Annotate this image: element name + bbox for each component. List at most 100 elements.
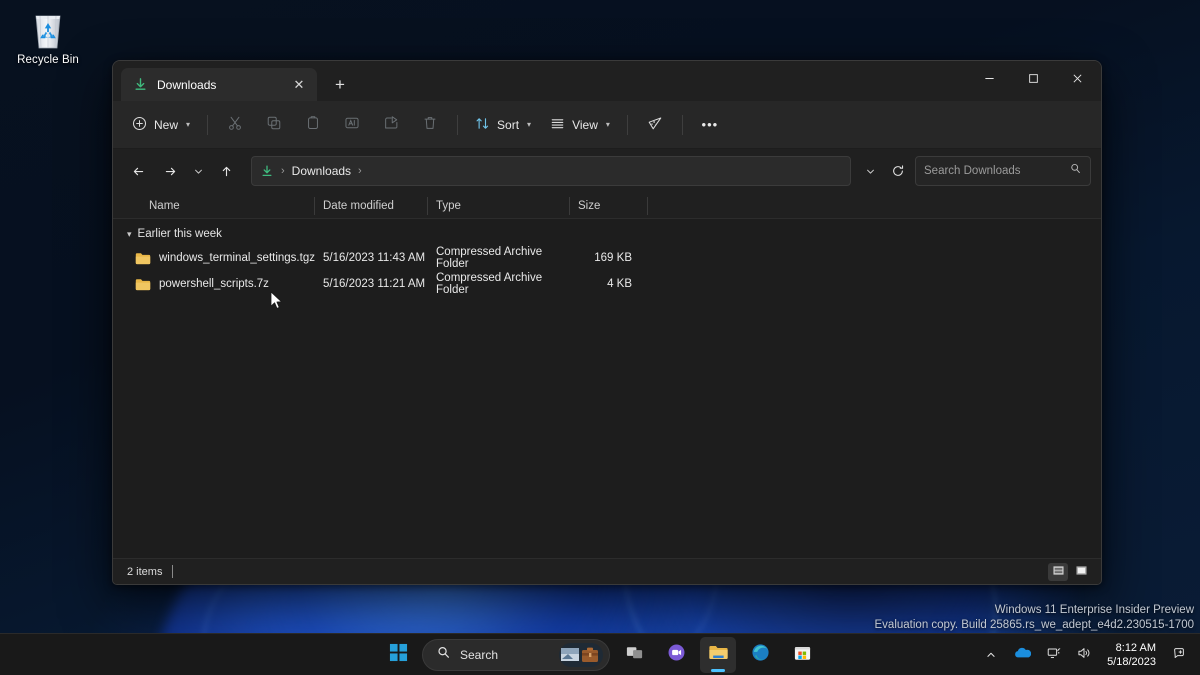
filter-button[interactable]	[636, 109, 674, 141]
column-header-date-modified[interactable]: Date modified	[315, 193, 428, 219]
new-tab-button[interactable]: +	[325, 69, 355, 99]
up-button[interactable]	[211, 156, 241, 186]
taskbar-search-label: Search	[460, 647, 499, 662]
notifications-button[interactable]	[1166, 640, 1192, 670]
file-name: windows_terminal_settings.tgz	[159, 252, 315, 264]
close-button[interactable]	[1055, 61, 1099, 95]
delete-button[interactable]	[411, 109, 449, 141]
plus-circle-icon	[132, 116, 147, 134]
task-view-button[interactable]	[616, 637, 652, 673]
rename-button[interactable]	[333, 109, 371, 141]
search-highlight-thumbnail	[559, 642, 603, 667]
maximize-button[interactable]	[1011, 61, 1055, 95]
rename-icon	[344, 115, 360, 134]
chat-icon	[667, 643, 686, 667]
toolbar-divider-3	[626, 114, 628, 135]
tab-downloads[interactable]: Downloads ✕	[121, 68, 317, 101]
status-divider	[172, 565, 174, 578]
file-date-cell: 5/16/2023 11:21 AM	[323, 278, 426, 290]
recent-locations-button[interactable]	[187, 156, 209, 186]
chevron-down-icon: ▾	[186, 120, 191, 129]
share-button[interactable]	[372, 109, 410, 141]
paste-icon	[305, 115, 321, 134]
status-item-count: 2 items	[127, 565, 163, 578]
sort-icon	[475, 116, 490, 134]
breadcrumb-separator: ›	[281, 165, 285, 177]
file-type-cell: Compressed Archive Folder	[436, 246, 543, 270]
column-header-name[interactable]: Name	[127, 193, 315, 219]
delete-icon	[422, 115, 438, 134]
view-button[interactable]: View ▾	[541, 109, 619, 141]
file-name-cell[interactable]: windows_terminal_settings.tgz	[127, 252, 315, 265]
overflow-menu-button[interactable]: •••	[691, 109, 729, 141]
file-size-cell: 4 KB	[607, 278, 632, 290]
view-button-label: View	[572, 117, 598, 132]
file-name-cell[interactable]: powershell_scripts.7z	[127, 278, 315, 291]
address-dropdown-button[interactable]	[859, 156, 881, 186]
start-button[interactable]	[380, 637, 416, 673]
toolbar-divider-4	[681, 114, 683, 135]
sort-button[interactable]: Sort ▾	[466, 109, 540, 141]
paste-button[interactable]	[294, 109, 332, 141]
file-explorer-window[interactable]: Downloads ✕ + New ▾ Sort ▾ View ▾ ••• › …	[112, 60, 1102, 585]
taskbar[interactable]: Search 8:12 AM 5/18/2023	[0, 633, 1200, 675]
network-button[interactable]	[1041, 640, 1067, 670]
file-size-cell: 169 KB	[594, 252, 632, 264]
edge-icon	[751, 643, 770, 667]
clock-date: 5/18/2023	[1107, 656, 1156, 668]
chevron-down-icon[interactable]: ▾	[127, 229, 132, 240]
file-date-cell: 5/16/2023 11:43 AM	[323, 252, 426, 264]
windows-watermark: Windows 11 Enterprise Insider Preview Ev…	[875, 603, 1194, 633]
breadcrumb-separator-end[interactable]: ›	[358, 165, 362, 177]
copy-button[interactable]	[255, 109, 293, 141]
cut-icon	[227, 115, 243, 134]
forward-button[interactable]	[155, 156, 185, 186]
new-button-label: New	[154, 117, 179, 132]
tab-title: Downloads	[157, 77, 217, 92]
onedrive-button[interactable]	[1007, 640, 1037, 670]
large-icons-view-button[interactable]	[1071, 563, 1091, 581]
status-left-group: 2 items	[127, 565, 174, 578]
back-button[interactable]	[123, 156, 153, 186]
toolbar-divider-1	[207, 114, 209, 135]
desktop-icon-recycle-bin[interactable]: Recycle Bin	[6, 6, 90, 66]
tab-strip: Downloads ✕ +	[113, 61, 355, 101]
cut-button[interactable]	[216, 109, 254, 141]
recycle-bin-label: Recycle Bin	[17, 54, 79, 66]
column-header-size[interactable]: Size	[570, 193, 648, 219]
window-controls	[967, 61, 1101, 95]
file-list[interactable]: ▾ Earlier this week windows_terminal_set…	[113, 219, 1101, 558]
taskbar-search-box[interactable]: Search	[422, 638, 610, 671]
microsoft-store-button[interactable]	[784, 637, 820, 673]
copy-icon	[266, 115, 282, 134]
file-explorer-button[interactable]	[700, 636, 736, 673]
new-button[interactable]: New ▾	[123, 109, 199, 141]
recycle-bin-icon	[29, 10, 67, 50]
tray-overflow-button[interactable]	[979, 640, 1003, 670]
group-header-earlier-this-week[interactable]: ▾ Earlier this week	[113, 223, 1101, 245]
edge-button[interactable]	[742, 637, 778, 673]
table-row[interactable]: powershell_scripts.7z 5/16/2023 11:21 AM…	[113, 271, 1101, 297]
table-row[interactable]: windows_terminal_settings.tgz 5/16/2023 …	[113, 245, 1101, 271]
volume-button[interactable]	[1071, 640, 1097, 670]
network-icon	[1047, 646, 1061, 665]
start-icon	[389, 643, 408, 667]
taskbar-center-group: Search	[380, 636, 820, 673]
tab-close-icon[interactable]: ✕	[287, 73, 311, 97]
column-header-type[interactable]: Type	[428, 193, 570, 219]
details-view-button[interactable]	[1048, 562, 1068, 581]
filter-icon	[646, 115, 663, 135]
chat-button[interactable]	[658, 637, 694, 673]
search-input[interactable]: Search Downloads	[915, 156, 1091, 186]
column-headers: Name Date modified Type Size	[113, 193, 1101, 219]
downloads-arrow-icon	[260, 164, 274, 178]
breadcrumb[interactable]: › Downloads ›	[251, 156, 851, 186]
refresh-button[interactable]	[883, 156, 913, 186]
minimize-button[interactable]	[967, 61, 1011, 95]
window-titlebar[interactable]: Downloads ✕ +	[113, 61, 1101, 101]
details-view-icon	[1052, 563, 1065, 581]
breadcrumb-item-downloads[interactable]: Downloads	[292, 164, 351, 178]
view-icon	[550, 116, 565, 134]
clock[interactable]: 8:12 AM 5/18/2023	[1101, 641, 1162, 669]
watermark-line-1: Windows 11 Enterprise Insider Preview	[994, 604, 1194, 616]
